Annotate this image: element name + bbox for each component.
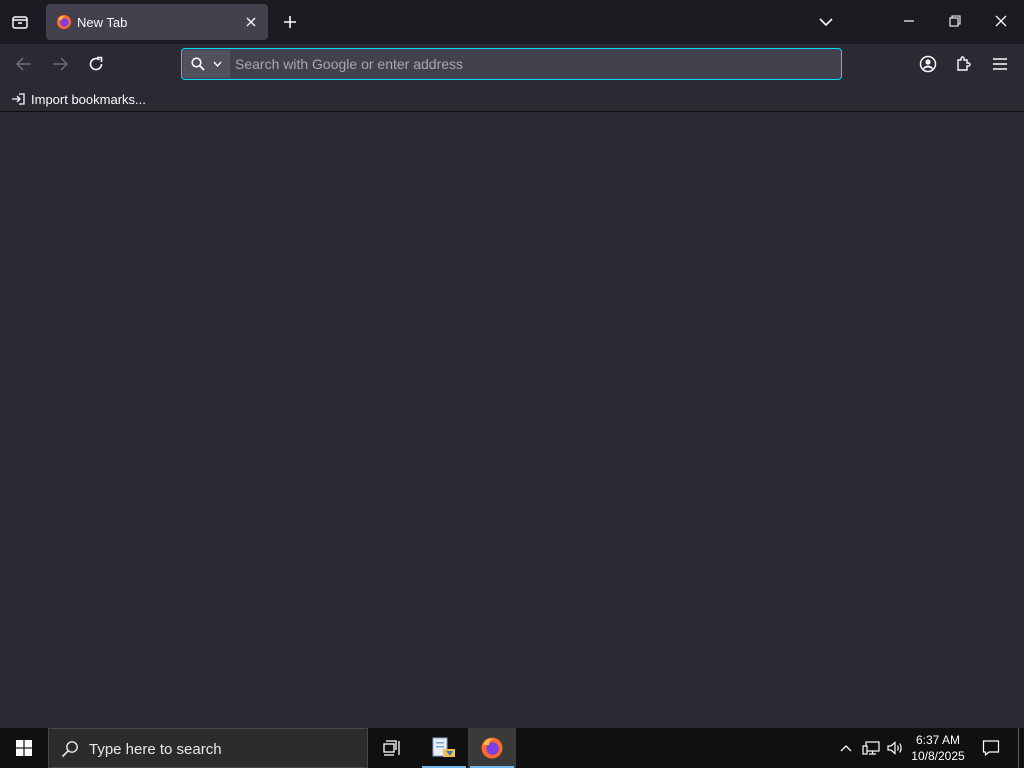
firefox-icon (481, 737, 503, 759)
chevron-up-icon (840, 745, 852, 752)
restore-button[interactable] (942, 8, 968, 34)
import-icon (12, 93, 25, 105)
system-clock[interactable]: 6:37 AM 10/8/2025 (908, 732, 968, 764)
account-button[interactable] (916, 52, 940, 76)
page-content[interactable] (0, 113, 1024, 728)
clock-time: 6:37 AM (915, 733, 961, 747)
file-explorer-icon (432, 737, 455, 757)
reload-icon (89, 56, 103, 71)
clock-date: 10/8/2025 (911, 749, 965, 763)
close-icon (246, 17, 256, 27)
import-bookmarks-button[interactable]: Import bookmarks... (11, 90, 146, 108)
taskbar: Type here to search 6:37 AM 10/8/2025 (0, 728, 1024, 768)
action-center-button[interactable] (978, 734, 1004, 762)
minimize-button[interactable] (896, 8, 922, 34)
task-view-icon (383, 740, 400, 756)
firefox-view-icon (12, 16, 28, 29)
reload-button[interactable] (84, 52, 108, 76)
show-hidden-icons-button[interactable] (836, 736, 856, 760)
restore-icon (949, 15, 961, 27)
hamburger-menu-icon (993, 58, 1007, 70)
network-button[interactable] (860, 736, 882, 760)
firefox-view-button[interactable] (8, 10, 32, 34)
plus-icon (284, 16, 296, 28)
minimize-icon (904, 20, 914, 22)
arrow-right-icon (53, 57, 68, 71)
account-icon (919, 55, 937, 73)
taskbar-search-box[interactable]: Type here to search (48, 728, 368, 768)
extensions-button[interactable] (952, 52, 976, 76)
chevron-down-icon (819, 18, 833, 27)
close-tab-button[interactable] (242, 13, 260, 31)
address-bar[interactable] (181, 48, 842, 80)
tab-bar: New Tab (0, 0, 1024, 44)
notifications-icon (982, 740, 1000, 757)
taskbar-search-placeholder: Type here to search (89, 741, 222, 758)
app-menu-button[interactable] (988, 52, 1012, 76)
network-icon (862, 741, 880, 755)
tab-title: New Tab (77, 15, 128, 30)
tab-new-tab[interactable]: New Tab (46, 4, 268, 40)
url-input[interactable] (235, 49, 825, 79)
task-view-button[interactable] (368, 728, 416, 768)
search-icon (191, 57, 205, 71)
import-bookmarks-label: Import bookmarks... (31, 91, 146, 107)
taskbar-app-firefox[interactable] (468, 728, 516, 768)
new-tab-button[interactable] (278, 10, 302, 34)
search-icon (61, 741, 78, 758)
search-engine-selector[interactable] (183, 50, 230, 78)
volume-icon (887, 741, 902, 755)
windows-logo-icon (16, 740, 32, 756)
bookmarks-toolbar: Import bookmarks... (0, 84, 1024, 112)
forward-button[interactable] (48, 52, 72, 76)
chevron-down-icon (213, 61, 222, 67)
volume-button[interactable] (884, 736, 906, 760)
puzzle-icon (957, 56, 971, 71)
firefox-icon (57, 15, 71, 29)
back-button[interactable] (12, 52, 36, 76)
list-all-tabs-button[interactable] (814, 10, 838, 34)
close-window-button[interactable] (988, 8, 1014, 34)
start-button[interactable] (0, 728, 48, 768)
show-desktop-button[interactable] (1018, 728, 1024, 768)
arrow-left-icon (16, 57, 31, 71)
close-icon (995, 15, 1007, 27)
taskbar-app-file-explorer[interactable] (420, 728, 468, 768)
